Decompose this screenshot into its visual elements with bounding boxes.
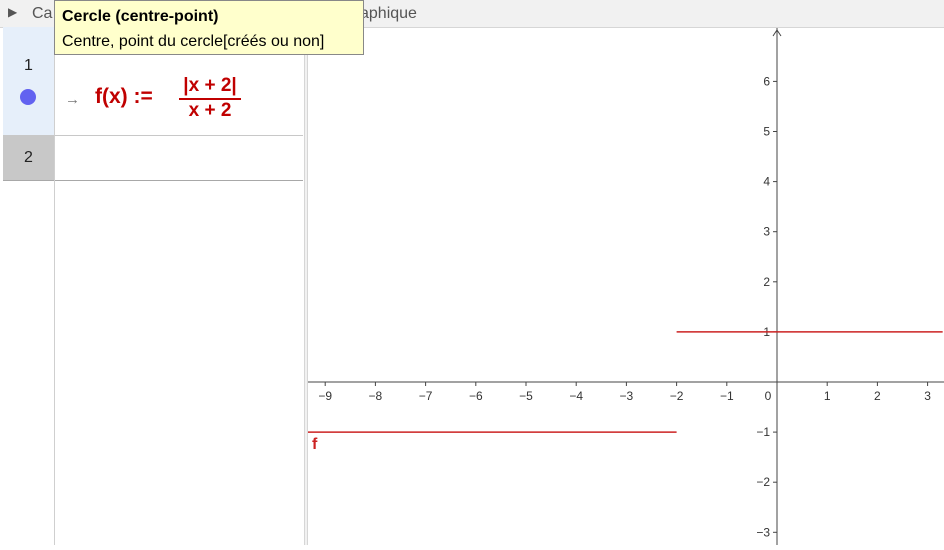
tooltip-title: Cercle (centre-point) xyxy=(62,8,219,25)
cas-row-header-2[interactable]: 2 xyxy=(3,136,55,181)
x-tick-label: −1 xyxy=(720,389,734,403)
y-tick-label: 4 xyxy=(763,175,770,189)
tooltip-description: Centre, point du cercle[créés ou non] xyxy=(62,33,325,50)
x-tick-label: −8 xyxy=(369,389,383,403)
fraction-numerator: |x + 2| xyxy=(179,75,241,100)
cas-title: Ca xyxy=(32,5,53,22)
visibility-toggle-icon[interactable] xyxy=(20,89,36,105)
function-label: f xyxy=(312,436,318,453)
triangle-right-icon[interactable]: ▶ xyxy=(8,5,17,19)
cas-view: ▶ Ca 1 (…) … (…) (…) → f(x) := |x + 2| x… xyxy=(0,0,304,545)
tool-tooltip: Cercle (centre-point) Centre, point du c… xyxy=(54,0,364,55)
y-tick-label: 3 xyxy=(763,225,770,239)
row-number: 1 xyxy=(24,57,33,74)
x-tick-label: 3 xyxy=(924,389,931,403)
graphics-header: aphique xyxy=(308,0,944,28)
cas-row-header-1[interactable]: 1 xyxy=(3,27,55,136)
function-definition: f(x) := xyxy=(95,85,153,108)
row-number: 2 xyxy=(24,149,33,166)
fraction-denominator: x + 2 xyxy=(188,100,232,121)
y-tick-label: −1 xyxy=(756,425,770,439)
y-tick-label: −3 xyxy=(756,525,770,539)
y-tick-label: 6 xyxy=(763,74,770,88)
x-tick-label: 0 xyxy=(765,389,772,403)
arrow-icon: → xyxy=(65,91,80,108)
x-tick-label: −6 xyxy=(469,389,483,403)
x-tick-label: 2 xyxy=(874,389,881,403)
x-tick-label: −5 xyxy=(519,389,533,403)
x-tick-label: 1 xyxy=(824,389,831,403)
graphics-view[interactable]: −9 −8 −7 −6 −5 −4 −3 −2 −1 0 1 2 3 6 5 4 3 2 1 −1 −2 −3 f xyxy=(305,28,944,545)
column-divider xyxy=(54,180,55,545)
y-tick-label: 2 xyxy=(763,275,770,289)
y-tick-label: −2 xyxy=(756,475,770,489)
x-tick-label: −4 xyxy=(569,389,583,403)
cas-row-2-input[interactable] xyxy=(55,136,303,181)
x-tick-label: −2 xyxy=(670,389,684,403)
x-tick-label: −7 xyxy=(419,389,433,403)
x-tick-label: −9 xyxy=(318,389,332,403)
function-plot[interactable]: −9 −8 −7 −6 −5 −4 −3 −2 −1 0 1 2 3654321−1−2−3f xyxy=(305,28,944,545)
graphics-title: aphique xyxy=(360,5,417,22)
x-tick-label: −3 xyxy=(620,389,634,403)
fraction: |x + 2| x + 2 xyxy=(179,75,241,122)
y-tick-label: 5 xyxy=(763,125,770,139)
